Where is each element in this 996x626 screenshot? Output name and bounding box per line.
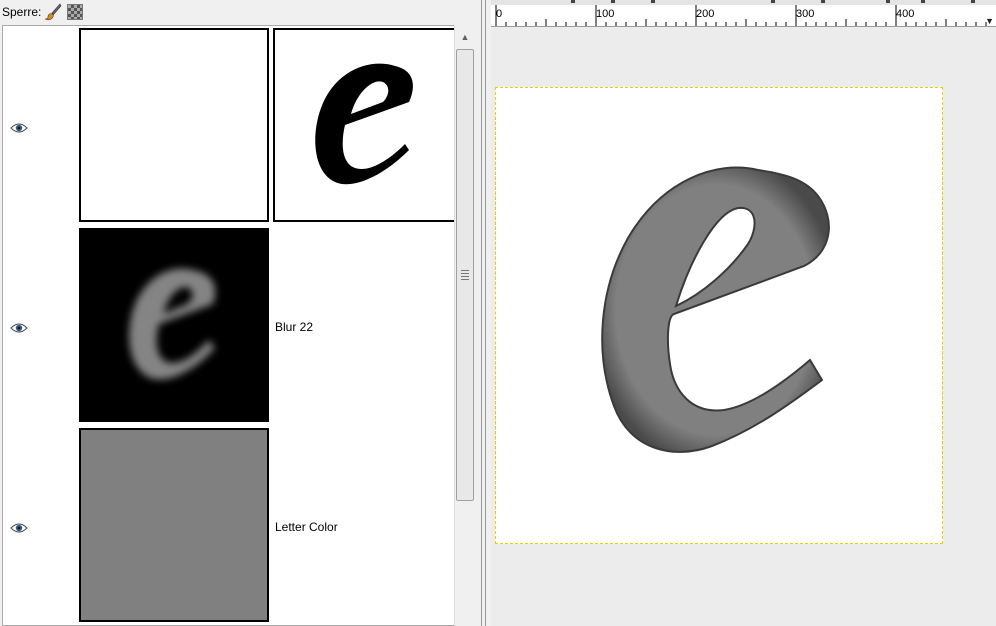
ruler-band-mark xyxy=(611,0,615,3)
ruler-band-mark xyxy=(821,0,825,3)
ruler-band-mark xyxy=(886,0,890,3)
ruler-label: 0 xyxy=(496,8,503,20)
ruler-label: 400 xyxy=(896,8,915,20)
scrollbar-thumb[interactable] xyxy=(456,49,474,501)
alpha-lock-icon[interactable] xyxy=(67,4,83,20)
scroll-up-arrow-icon[interactable]: ▲ xyxy=(455,30,475,44)
layer-thumbnail[interactable] xyxy=(79,228,269,422)
ruler-label: 100 xyxy=(596,8,615,20)
layer-list-scrollbar[interactable]: ▲ xyxy=(454,25,475,626)
layer-row[interactable]: Blur 22 xyxy=(3,226,454,426)
visibility-eye-icon[interactable] xyxy=(10,121,28,133)
layer-thumbnail[interactable] xyxy=(79,428,269,622)
lock-bar: Sperre: xyxy=(0,0,478,24)
grip-line xyxy=(461,270,469,271)
layer-name[interactable]: Blur 22 xyxy=(275,320,313,334)
grip-line xyxy=(461,276,469,277)
layer-name[interactable]: Letter Color xyxy=(275,520,338,534)
ruler-band-mark xyxy=(921,0,925,3)
layer-mask-thumbnail[interactable] xyxy=(273,28,454,222)
ruler-menu-arrow-icon[interactable]: ▼ xyxy=(985,16,994,26)
grip-line xyxy=(461,273,469,274)
ruler-label: 200 xyxy=(696,8,715,20)
ruler-ticks xyxy=(495,0,987,26)
layer-boundary xyxy=(495,87,943,544)
paintbrush-lock-icon[interactable] xyxy=(44,3,62,21)
visibility-eye-icon[interactable] xyxy=(10,521,28,533)
horizontal-ruler[interactable]: 0 100 200 300 400 ▼ xyxy=(491,0,996,27)
pane-divider[interactable] xyxy=(478,0,490,626)
layer-row[interactable]: Letter Color xyxy=(3,426,454,625)
ruler-band-mark xyxy=(771,0,775,3)
layer-row[interactable] xyxy=(3,26,454,226)
image-canvas-area[interactable] xyxy=(491,27,996,626)
layer-thumbnail[interactable] xyxy=(79,28,269,222)
ruler-label: 300 xyxy=(796,8,815,20)
layer-list: Blur 22 Letter Color xyxy=(2,25,454,626)
lock-label: Sperre: xyxy=(2,5,42,19)
ruler-band-mark xyxy=(571,0,575,3)
ruler-band-mark xyxy=(651,0,655,3)
ruler-band-mark xyxy=(971,0,975,3)
layers-panel: Sperre: Blur 22 Letter Color ▲ xyxy=(0,0,478,626)
grip-line xyxy=(461,279,469,280)
visibility-eye-icon[interactable] xyxy=(10,321,28,333)
